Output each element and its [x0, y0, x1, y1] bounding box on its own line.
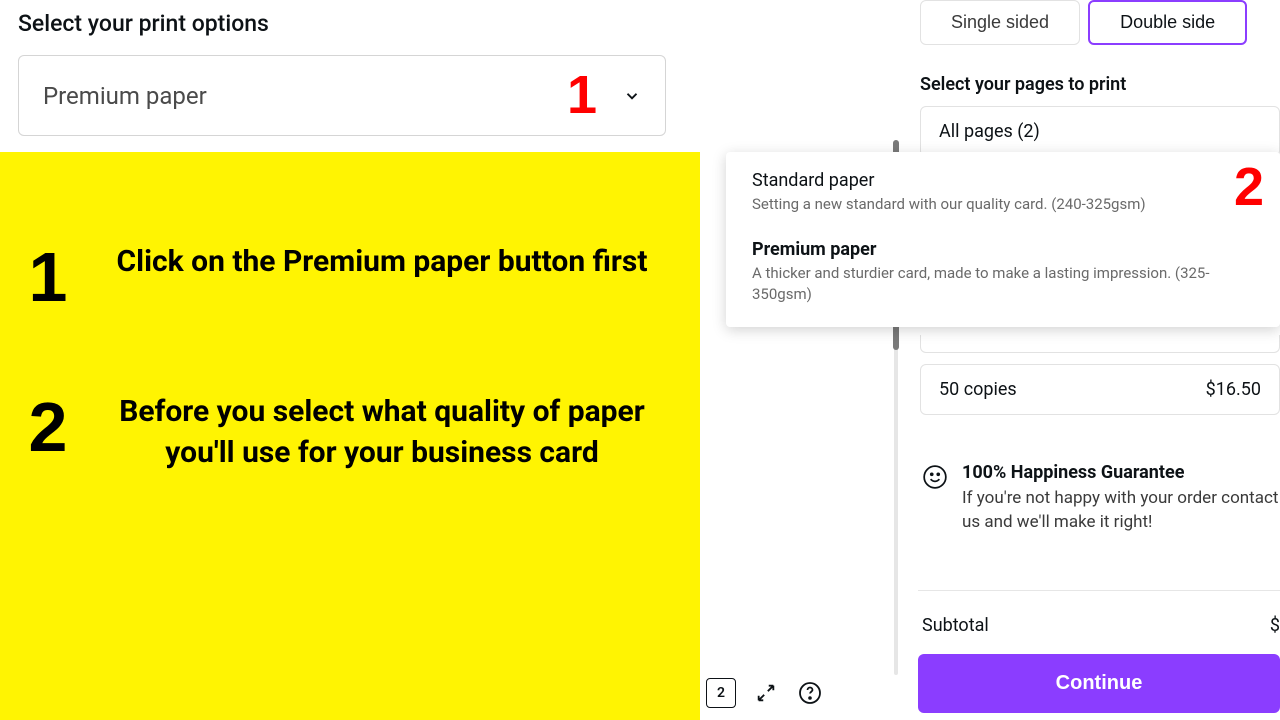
guarantee-title: 100% Happiness Guarantee	[962, 462, 1280, 483]
guarantee-desc: If you're not happy with your order cont…	[962, 487, 1280, 535]
expand-icon[interactable]	[752, 679, 780, 707]
partial-element	[920, 335, 1280, 353]
chevron-down-icon	[623, 87, 641, 105]
single-sided-button[interactable]: Single sided	[920, 0, 1080, 45]
subtotal-value: $	[1270, 615, 1280, 636]
pages-to-print-label: Select your pages to print	[920, 74, 1126, 95]
pages-select[interactable]: All pages (2)	[920, 106, 1280, 157]
step-number: 2	[18, 392, 78, 462]
copies-qty: 50 copies	[939, 379, 1017, 400]
step-number: 1	[18, 242, 78, 312]
paper-dropdown[interactable]: Premium paper 1	[18, 55, 666, 136]
print-options-label: Select your print options	[18, 10, 682, 37]
continue-button[interactable]: Continue	[918, 654, 1280, 713]
subtotal-row: Subtotal $	[922, 615, 1280, 636]
smile-icon	[922, 464, 948, 490]
dropdown-value: Premium paper	[43, 82, 207, 110]
copies-select[interactable]: 50 copies $16.50	[920, 364, 1280, 415]
paper-option-title: Standard paper	[752, 170, 1254, 191]
instruction-box: 1 Click on the Premium paper button firs…	[0, 152, 700, 720]
copies-price: $16.50	[1206, 379, 1261, 400]
paper-option-desc: A thicker and sturdier card, made to mak…	[752, 263, 1254, 305]
step-text: Before you select what quality of paper …	[102, 392, 682, 473]
paper-option-premium[interactable]: Premium paper A thicker and sturdier car…	[726, 229, 1280, 319]
paper-option-standard[interactable]: Standard paper Setting a new standard wi…	[726, 160, 1280, 229]
paper-option-title: Premium paper	[752, 239, 1254, 260]
page-count-icon[interactable]: 2	[706, 678, 736, 708]
paper-option-desc: Setting a new standard with our quality …	[752, 194, 1254, 215]
divider	[918, 590, 1280, 591]
guarantee-block: 100% Happiness Guarantee If you're not h…	[922, 462, 1280, 535]
annotation-marker-2: 2	[1234, 166, 1264, 209]
subtotal-label: Subtotal	[922, 615, 989, 636]
help-icon[interactable]	[796, 679, 824, 707]
step-text: Click on the Premium paper button first	[102, 242, 682, 283]
annotation-marker-1: 1	[567, 74, 597, 117]
paper-type-popup: 2 Standard paper Setting a new standard …	[726, 152, 1280, 327]
double-sided-button[interactable]: Double side	[1088, 0, 1247, 45]
